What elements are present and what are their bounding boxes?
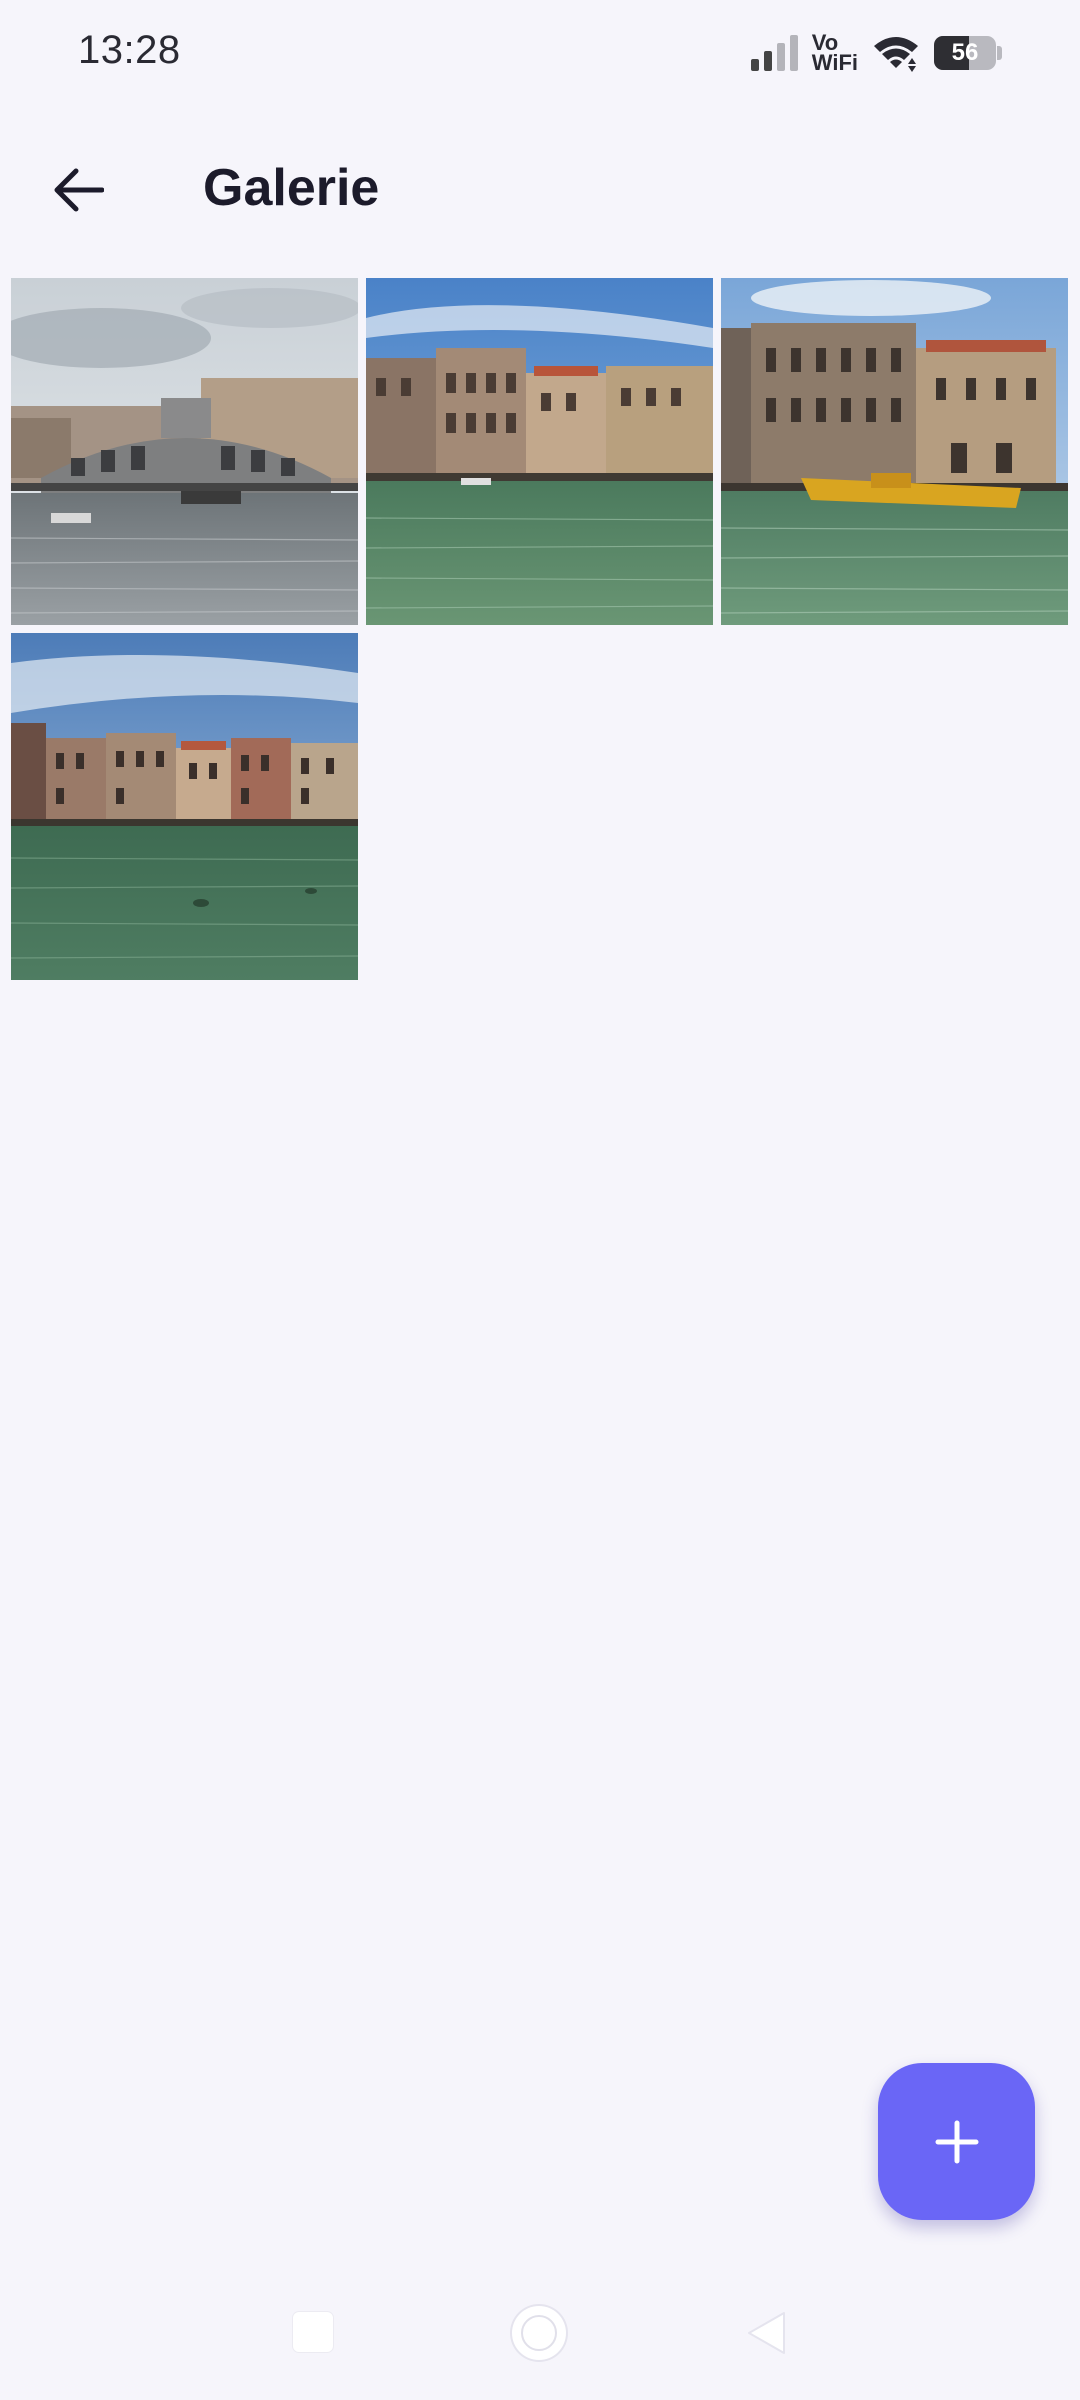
gallery-screen: 13:28 Vo WiFi 56 Galerie	[0, 0, 1080, 2400]
photo-bridge-image	[11, 278, 358, 625]
gallery-photo-yellow-boat[interactable]	[721, 278, 1068, 625]
wifi-icon	[872, 34, 920, 72]
photo-palazzi-image	[366, 278, 713, 625]
gallery-photo-bridge[interactable]	[11, 278, 358, 625]
gallery-photo-canal[interactable]	[11, 633, 358, 980]
vowifi-icon: Vo WiFi	[811, 32, 858, 75]
arrow-left-icon	[54, 168, 104, 212]
battery-tip	[997, 46, 1002, 60]
status-icons: Vo WiFi 56	[750, 30, 1002, 76]
home-icon[interactable]	[512, 2306, 566, 2360]
back-triangle-icon[interactable]	[744, 2310, 788, 2356]
signal-icon	[750, 35, 798, 71]
add-photo-button[interactable]	[878, 2063, 1035, 2220]
app-bar: Galerie	[0, 130, 1080, 250]
status-time: 13:28	[78, 28, 181, 72]
plus-icon	[935, 2120, 978, 2163]
photo-yellow-boat-image	[721, 278, 1068, 625]
battery-level: 56	[951, 39, 979, 66]
photo-grid	[11, 278, 1069, 980]
battery-icon: 56	[934, 36, 996, 70]
gallery-photo-palazzi[interactable]	[366, 278, 713, 625]
status-bar: 13:28 Vo WiFi 56	[0, 0, 1080, 106]
recents-icon[interactable]	[293, 2312, 333, 2352]
vowifi-label-bottom: WiFi	[811, 50, 858, 75]
system-navigation-bar	[0, 2290, 1080, 2380]
page-title: Galerie	[203, 159, 380, 217]
photo-canal-image	[11, 633, 358, 980]
back-button[interactable]	[40, 152, 116, 228]
